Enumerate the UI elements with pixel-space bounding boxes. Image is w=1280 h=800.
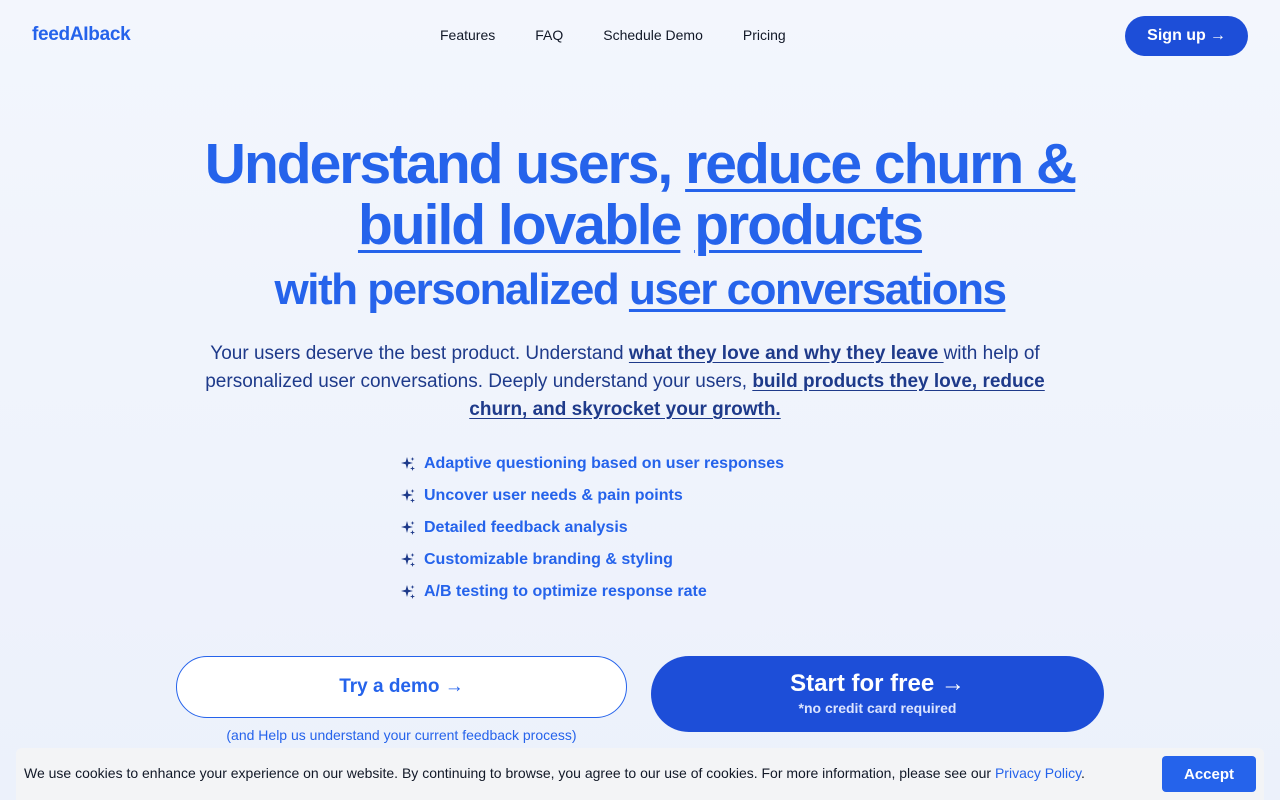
cookie-text-end: .	[1081, 765, 1085, 781]
nav-pricing[interactable]: Pricing	[743, 27, 786, 43]
main-nav: Features FAQ Schedule Demo Pricing	[440, 27, 786, 43]
feature-item: Customizable branding & styling	[400, 544, 784, 576]
cookie-banner: We use cookies to enhance your experienc…	[16, 748, 1264, 800]
hero-title-underlined: build lovable	[357, 193, 682, 257]
accept-cookies-button[interactable]: Accept	[1162, 756, 1256, 792]
hero-title-plain: Understand users,	[204, 132, 686, 196]
try-demo-button[interactable]: Try a demo →	[176, 656, 627, 718]
lede-highlight: what they love and why they leave	[628, 343, 944, 364]
hero-title: Understand users, reduce churn & build l…	[0, 134, 1280, 256]
try-demo-label: Try a demo →	[339, 676, 464, 697]
hero-subtitle: with personalized user conversations	[0, 264, 1280, 316]
signup-label: Sign up	[1147, 27, 1206, 44]
feature-item: Detailed feedback analysis	[400, 512, 784, 544]
arrow-right-icon: →	[1209, 27, 1226, 44]
logo[interactable]: feedAIback	[32, 24, 131, 46]
privacy-policy-link[interactable]: Privacy Policy	[995, 765, 1081, 781]
signup-button[interactable]: Sign up →	[1125, 16, 1248, 56]
hero-subtitle-plain: with personalized	[274, 265, 629, 314]
feature-item: A/B testing to optimize response rate	[400, 576, 784, 608]
hero-subtitle-underlined: user conversations	[628, 265, 1007, 314]
start-free-note: *no credit card required	[798, 700, 957, 716]
feature-label: Adaptive questioning based on user respo…	[424, 455, 785, 472]
feature-label: Uncover user needs & pain points	[424, 487, 683, 504]
lede-text: Your users deserve the best product. Und…	[210, 343, 629, 364]
hero-description: Your users deserve the best product. Und…	[180, 340, 1070, 424]
start-free-label: Start for free →	[790, 670, 965, 697]
feature-label: Detailed feedback analysis	[424, 519, 628, 536]
cookie-text: We use cookies to enhance your experienc…	[24, 765, 995, 781]
feature-label: A/B testing to optimize response rate	[424, 583, 707, 600]
hero-title-underlined: reduce churn &	[685, 132, 1077, 196]
cookie-message: We use cookies to enhance your experienc…	[24, 765, 1085, 781]
feature-label: Customizable branding & styling	[424, 551, 673, 568]
feature-list: Adaptive questioning based on user respo…	[400, 448, 784, 608]
feature-item: Uncover user needs & pain points	[400, 480, 784, 512]
nav-features[interactable]: Features	[440, 27, 495, 43]
sparkle-icon	[400, 488, 416, 504]
nav-faq[interactable]: FAQ	[535, 27, 563, 43]
nav-schedule-demo[interactable]: Schedule Demo	[603, 27, 703, 43]
sparkle-icon	[400, 584, 416, 600]
start-free-button[interactable]: Start for free → *no credit card require…	[651, 656, 1104, 732]
site-header: feedAIback Features FAQ Schedule Demo Pr…	[0, 0, 1280, 72]
hero-title-underlined: products	[694, 193, 924, 257]
feature-item: Adaptive questioning based on user respo…	[400, 448, 784, 480]
sparkle-icon	[400, 456, 416, 472]
demo-note: (and Help us understand your current fee…	[226, 727, 577, 743]
sparkle-icon	[400, 520, 416, 536]
sparkle-icon	[400, 552, 416, 568]
